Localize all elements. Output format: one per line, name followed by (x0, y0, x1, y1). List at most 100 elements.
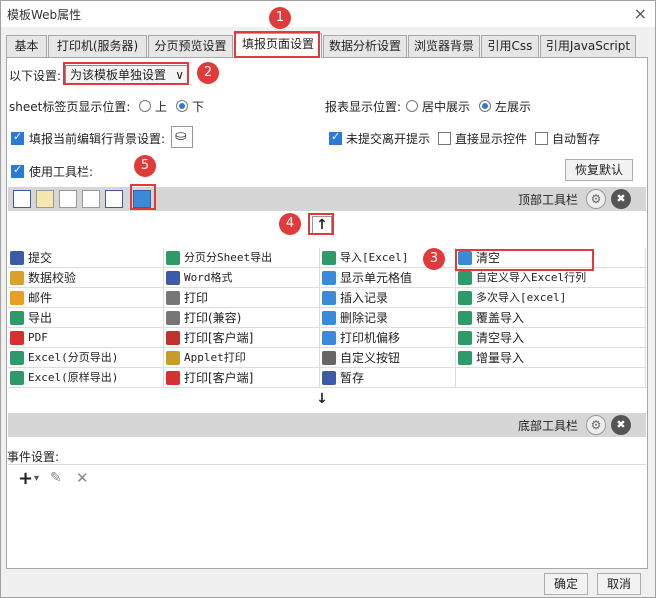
toolbar-item-23[interactable]: 增量导入 (456, 348, 646, 368)
add-event-icon[interactable]: + (18, 468, 33, 489)
show-widget-checkbox[interactable] (438, 132, 451, 145)
toolbar-item-label: 导出 (28, 311, 53, 325)
tab-browser-bg[interactable]: 浏览器背景 (408, 35, 480, 57)
auto-save-checkbox[interactable] (535, 132, 548, 145)
excel-icon (322, 251, 336, 265)
pdf-icon (166, 371, 180, 385)
toolbar-item-label: 删除记录 (340, 311, 389, 325)
callout-badge-5: 5 (134, 155, 156, 177)
print-icon (166, 311, 180, 325)
gear-icon[interactable]: ⚙ (586, 415, 606, 435)
toolbar-item-label: 分页分Sheet导出 (184, 251, 273, 264)
toolbar-item-20[interactable]: Excel(分页导出) (8, 348, 164, 368)
toolbar-item-10[interactable]: 插入记录 (320, 288, 456, 308)
show-widget-label: 直接显示控件 (455, 132, 528, 146)
toolbar-item-7[interactable]: 自定义导入Excel行列 (456, 268, 646, 288)
callout-badge-1: 1 (269, 7, 291, 29)
cancel-button[interactable]: 取消 (597, 573, 641, 595)
fill-bg-checkbox[interactable] (11, 130, 24, 145)
toolbar-item-label: 显示单元格值 (340, 271, 413, 285)
edit-event-icon[interactable]: ✎ (50, 470, 62, 486)
move-down-arrow-icon[interactable]: ↓ (312, 391, 332, 409)
toolbar-item-19[interactable]: 清空导入 (456, 328, 646, 348)
bottom-toolbar-label: 底部工具栏 (518, 419, 579, 433)
tab-css[interactable]: 引用Css (481, 35, 539, 57)
delete-row-icon[interactable] (82, 190, 100, 208)
save-icon[interactable] (13, 190, 31, 208)
toolbar-item-14[interactable]: 删除记录 (320, 308, 456, 328)
close-icon[interactable]: × (634, 4, 647, 23)
toolbar-item-16[interactable]: PDF (8, 328, 164, 348)
use-toolbar-checkbox[interactable] (11, 163, 24, 178)
tab-data-analysis[interactable]: 数据分析设置 (323, 35, 407, 57)
toolbar-item-18[interactable]: 打印机偏移 (320, 328, 456, 348)
settings-label: 以下设置: (9, 69, 62, 83)
check-icon (10, 271, 24, 285)
excel-icon (458, 271, 472, 285)
sheet-tab-position-label: sheet标签页显示位置: (9, 100, 131, 114)
toolbar-item-15[interactable]: 覆盖导入 (456, 308, 646, 328)
sheet-tab-bottom-radio[interactable] (176, 100, 188, 112)
delete-event-icon[interactable]: ✕ (76, 469, 89, 487)
paint-bucket-icon: ⛀ (175, 128, 187, 144)
data-check-icon[interactable] (36, 190, 54, 208)
toolbar-item-17[interactable]: 打印[客户端] (164, 328, 320, 348)
toolbar-item-24[interactable]: Excel(原样导出) (8, 368, 164, 388)
toolbar-item-5[interactable]: Word格式 (164, 268, 320, 288)
toolbar-item-9[interactable]: 打印 (164, 288, 320, 308)
callout-badge-2: 2 (197, 62, 219, 84)
toolbar-item-8[interactable]: 邮件 (8, 288, 164, 308)
gear-icon[interactable]: ⚙ (586, 189, 606, 209)
callout-badge-4: 4 (279, 213, 301, 235)
restore-default-button[interactable]: 恢复默认 (565, 159, 633, 181)
excel-icon (10, 351, 24, 365)
toolbar-item-label: 提交 (28, 251, 53, 265)
toolbar-item-label: 自定义导入Excel行列 (476, 271, 587, 284)
tab-printer-server[interactable]: 打印机(服务器) (48, 35, 147, 57)
ok-button[interactable]: 确定 (544, 573, 588, 595)
excel-icon (458, 351, 472, 365)
toolbar-item-4[interactable]: 数据校验 (8, 268, 164, 288)
callout-badge-3: 3 (423, 248, 445, 270)
toolbar-item-13[interactable]: 打印(兼容) (164, 308, 320, 328)
applet-icon (166, 351, 180, 365)
sheet-tab-top-radio[interactable] (139, 100, 151, 112)
leave-prompt-checkbox[interactable] (329, 130, 342, 145)
delete-row-icon (322, 311, 336, 325)
toolbar-item-0[interactable]: 提交 (8, 248, 164, 268)
report-center-radio[interactable] (406, 100, 418, 112)
fill-bg-color-button[interactable]: ⛀ (171, 126, 193, 148)
report-center-label: 居中展示 (422, 100, 471, 114)
remove-toolbar-icon[interactable]: ✖ (611, 415, 631, 435)
highlight-settings-select (63, 62, 189, 85)
tab-basic[interactable]: 基本 (6, 35, 47, 57)
tab-page-preview[interactable]: 分页预览设置 (148, 35, 233, 57)
report-left-radio[interactable] (479, 100, 491, 112)
cell-icon (322, 271, 336, 285)
highlight-up-arrow (308, 213, 334, 235)
excel-icon (458, 331, 472, 345)
toolbar-item-6[interactable]: 显示单元格值 (320, 268, 456, 288)
toolbar-item-label: 打印[客户端] (184, 331, 254, 345)
top-toolbar-bar: 顶部工具栏 ⚙ ✖ (8, 187, 646, 211)
toolbar-item-11[interactable]: 多次导入[excel] (456, 288, 646, 308)
mail-icon (10, 291, 24, 305)
add-dropdown-caret[interactable]: ▾ (34, 473, 39, 484)
toolbar-item-22[interactable]: 自定义按钮 (320, 348, 456, 368)
title-bar: 模板Web属性 × (1, 1, 655, 27)
toolbar-item-label: 打印 (184, 291, 209, 305)
toolbar-item-21[interactable]: Applet打印 (164, 348, 320, 368)
remove-toolbar-icon[interactable]: ✖ (611, 189, 631, 209)
sheet-tab-top-label: 上 (155, 100, 168, 114)
excel-icon (458, 311, 472, 325)
insert-row-icon[interactable] (59, 190, 77, 208)
toolbar-item-26[interactable]: 暂存 (320, 368, 456, 388)
toolbar-item-25[interactable]: 打印[客户端] (164, 368, 320, 388)
toolbar-item-1[interactable]: 分页分Sheet导出 (164, 248, 320, 268)
report-position-label: 报表显示位置: (325, 100, 402, 114)
toolbar-item-12[interactable]: 导出 (8, 308, 164, 328)
tab-javascript[interactable]: 引用JavaScript (540, 35, 636, 57)
insert-icon (322, 291, 336, 305)
fill-page-panel: 以下设置: 为该模板单独设置 ∨ sheet标签页显示位置: 上 下 报表显示位… (6, 57, 648, 569)
temp-save-icon[interactable] (105, 190, 123, 208)
